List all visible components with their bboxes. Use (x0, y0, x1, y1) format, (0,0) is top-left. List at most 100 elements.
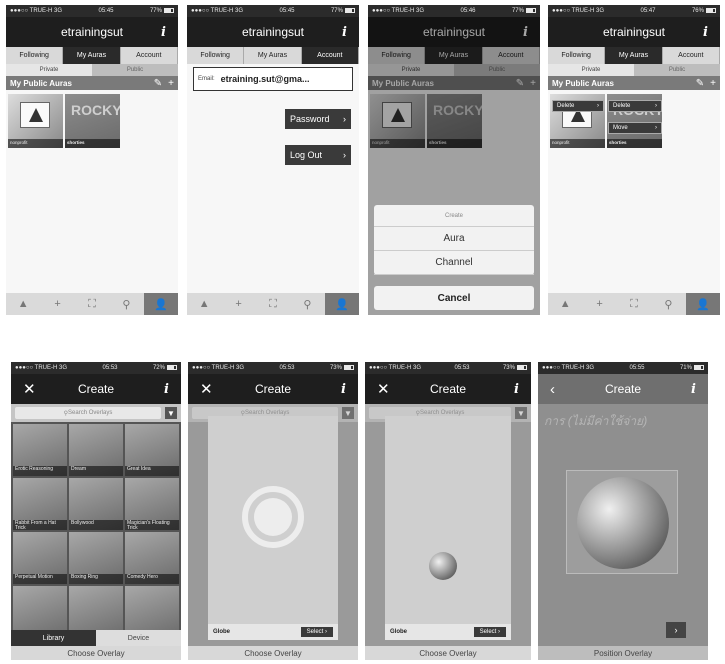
filter-icon[interactable]: ▼ (165, 407, 177, 419)
select-button[interactable]: Select › (473, 627, 506, 637)
plus-icon[interactable]: + (168, 78, 174, 89)
tab-add-icon[interactable]: + (40, 293, 74, 315)
globe-overlay-image[interactable] (577, 477, 669, 569)
footer-label: Choose Overlay (365, 646, 531, 660)
tab-following[interactable]: Following (6, 47, 64, 64)
overlay-label: Perpetual Motion (13, 574, 67, 584)
search-input[interactable]: ⚲ Search Overlays (15, 407, 161, 419)
search-placeholder: Search Overlays (68, 410, 113, 416)
overlay-tile[interactable]: Perpetual Motion (13, 532, 67, 584)
email-value: etraining.sut@gma... (220, 74, 310, 84)
overlay-label: Magician's Floating Trick (125, 520, 179, 530)
aura-label: nonprofit (550, 139, 605, 148)
tab-account[interactable]: Account (663, 47, 720, 64)
tab-account[interactable]: Account (121, 47, 178, 64)
preview-panel: Globe Select › (385, 416, 511, 640)
close-icon[interactable]: ✕ (200, 380, 213, 398)
cancel-button[interactable]: Cancel (374, 286, 534, 310)
bottom-tab-bar: ▲ + ⛶ ⚲ 👤 (548, 293, 720, 315)
info-icon[interactable]: i (341, 382, 346, 397)
next-button[interactable]: › (666, 622, 686, 638)
page-title: etrainingsut (60, 25, 124, 39)
tab-home-icon[interactable]: ▲ (6, 293, 40, 315)
move-button[interactable]: Move › (608, 122, 662, 134)
select-button[interactable]: Select › (300, 627, 333, 637)
page-title: Create (254, 382, 292, 396)
close-icon[interactable]: ✕ (377, 380, 390, 398)
tab-profile-icon[interactable]: 👤 (143, 293, 178, 315)
tab-scan-icon[interactable]: ⛶ (75, 293, 109, 315)
overlay-tile[interactable]: Bollywood (69, 478, 123, 530)
tab-private[interactable]: Private (548, 64, 634, 76)
section-header: My Public Auras ✎ + (6, 76, 178, 90)
info-icon[interactable]: i (691, 382, 696, 397)
tab-my-auras[interactable]: My Auras (605, 47, 663, 64)
overlay-tile[interactable]: Erotic Reasoning (13, 424, 67, 476)
tab-scan-icon[interactable]: ⛶ (617, 293, 651, 315)
tab-account[interactable]: Account (301, 47, 359, 64)
screen-position-overlay: ●●●○○ TRUE-H 3G 05:55 71% ‹ Create i การ… (538, 362, 708, 660)
tab-search-icon[interactable]: ⚲ (651, 293, 685, 315)
option-aura[interactable]: Aura (374, 227, 534, 251)
overlay-label: Boxing Ring (69, 574, 123, 584)
close-icon[interactable]: ✕ (23, 380, 36, 398)
overlay-tile[interactable]: Dream (69, 424, 123, 476)
logout-button[interactable]: Log Out › (285, 145, 351, 165)
overlay-tile[interactable]: Great Idea (125, 424, 179, 476)
email-field[interactable]: Email: etraining.sut@gma... (193, 67, 353, 91)
tab-add-icon[interactable]: + (582, 293, 616, 315)
nav-bar: ✕ Create i (11, 374, 181, 404)
info-icon[interactable]: i (703, 25, 708, 40)
aura-thumbnail[interactable]: nonprofit (8, 94, 63, 148)
password-label: Password (290, 114, 330, 124)
overlay-frame[interactable] (566, 470, 678, 574)
overlay-tile[interactable]: Rabbit From a Hat Trick (13, 478, 67, 530)
tab-device[interactable]: Device (96, 630, 181, 646)
filter-icon[interactable]: ▼ (342, 407, 354, 419)
filter-icon[interactable]: ▼ (515, 407, 527, 419)
nav-bar: ✕ Create i (365, 374, 531, 404)
visibility-segments: Private Public (6, 64, 178, 76)
overlay-tile[interactable]: Magician's Floating Trick (125, 478, 179, 530)
tab-following[interactable]: Following (548, 47, 606, 64)
tab-home-icon[interactable]: ▲ (187, 293, 221, 315)
battery-indicator: 71% (680, 364, 704, 371)
tab-public[interactable]: Public (634, 64, 720, 76)
back-icon[interactable]: ‹ (550, 381, 555, 398)
tab-profile-icon[interactable]: 👤 (685, 293, 720, 315)
delete-button[interactable]: Delete › (608, 100, 662, 112)
info-icon[interactable]: i (164, 382, 169, 397)
aura-thumbnail[interactable]: ROCKY shorties (65, 94, 120, 148)
chevron-right-icon: › (343, 114, 346, 124)
option-channel[interactable]: Channel (374, 251, 534, 275)
tab-following[interactable]: Following (187, 47, 245, 64)
tab-library[interactable]: Library (11, 630, 96, 646)
chevron-right-icon: › (655, 103, 657, 109)
plus-icon[interactable]: + (710, 78, 716, 89)
carrier-label: ●●●○○ TRUE-H 3G (192, 365, 245, 371)
screen-edit-auras: ●●●○○ TRUE-H 3G 05:47 76% etrainingsut i… (548, 5, 720, 315)
pencil-icon[interactable]: ✎ (154, 78, 162, 89)
email-label: Email: (198, 76, 215, 82)
tab-search-icon[interactable]: ⚲ (109, 293, 143, 315)
tab-my-auras[interactable]: My Auras (244, 47, 302, 64)
pencil-icon[interactable]: ✎ (696, 78, 704, 89)
tab-scan-icon[interactable]: ⛶ (256, 293, 290, 315)
info-icon[interactable]: i (514, 382, 519, 397)
info-icon[interactable]: i (161, 25, 166, 40)
tab-my-auras[interactable]: My Auras (63, 47, 121, 64)
password-button[interactable]: Password › (285, 109, 351, 129)
info-icon[interactable]: i (342, 25, 347, 40)
overlay-label: Bollywood (69, 520, 123, 530)
tab-add-icon[interactable]: + (221, 293, 255, 315)
overlay-tile[interactable]: Comedy Hero (125, 532, 179, 584)
tab-profile-icon[interactable]: 👤 (324, 293, 359, 315)
overlay-tile[interactable]: Boxing Ring (69, 532, 123, 584)
tab-home-icon[interactable]: ▲ (548, 293, 582, 315)
screen-account: ●●●○○ TRUE-H 3G 05:45 77% etrainingsut i… (187, 5, 359, 315)
delete-button[interactable]: Delete › (552, 100, 604, 112)
tab-private[interactable]: Private (6, 64, 92, 76)
tab-public[interactable]: Public (92, 64, 178, 76)
tab-search-icon[interactable]: ⚲ (290, 293, 324, 315)
status-bar: ●●●○○ TRUE-H 3G 05:45 77% (187, 5, 359, 17)
